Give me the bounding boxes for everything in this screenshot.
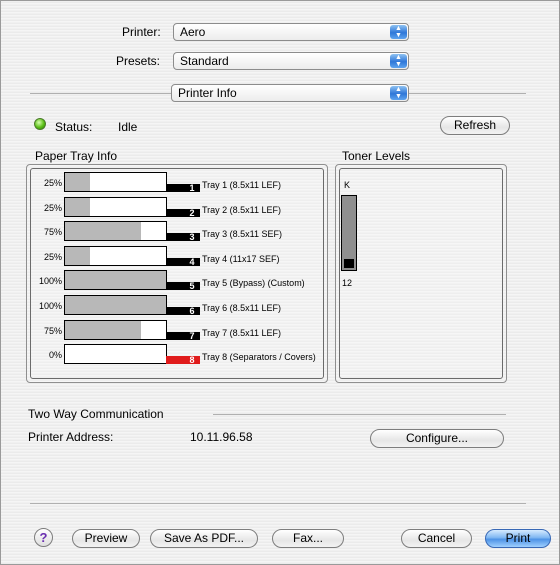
tray-percent: 100% — [38, 301, 62, 311]
tray-level-bar — [64, 172, 167, 192]
help-button[interactable]: ? — [34, 528, 53, 547]
tray-name: Tray 6 (8.5x11 LEF) — [202, 303, 282, 313]
tray-row: 0% 8 Tray 8 (Separators / Covers) — [32, 344, 322, 365]
popup-arrows-icon: ▲ ▼ — [390, 25, 407, 39]
toner-color-label: K — [344, 180, 351, 190]
toner-levels-box — [335, 164, 507, 383]
tray-name: Tray 4 (11x17 SEF) — [202, 254, 280, 264]
tray-row: 75% 3 Tray 3 (8.5x11 SEF) — [32, 221, 322, 242]
tray-level-bar — [64, 320, 167, 340]
tray-name: Tray 5 (Bypass) (Custom) — [202, 278, 305, 288]
tray-percent: 75% — [43, 326, 62, 336]
toner-levels-title: Toner Levels — [342, 149, 411, 163]
tray-level-bar — [64, 197, 167, 217]
separator — [409, 93, 526, 94]
tray-level-bar — [64, 246, 167, 266]
tray-row: 25% 4 Tray 4 (11x17 SEF) — [32, 246, 322, 267]
printer-label: Printer: — [122, 25, 161, 39]
save-as-pdf-button[interactable]: Save As PDF... — [150, 529, 258, 548]
status-value: Idle — [118, 120, 138, 134]
printer-popup[interactable]: Aero ▲ ▼ — [173, 23, 409, 41]
printer-value: Aero — [180, 25, 206, 39]
separator — [30, 503, 526, 504]
paper-tray-title: Paper Tray Info — [35, 149, 118, 163]
tray-percent: 0% — [48, 350, 62, 360]
tray-level-bar — [64, 295, 167, 315]
tray-percent: 25% — [43, 252, 62, 262]
printer-address-label: Printer Address: — [28, 430, 114, 444]
tray-level-bar — [64, 344, 167, 364]
tray-percent: 25% — [43, 203, 62, 213]
panel-value: Printer Info — [178, 86, 237, 100]
tray-row: 25% 2 Tray 2 (8.5x11 LEF) — [32, 197, 322, 218]
tray-name: Tray 8 (Separators / Covers) — [202, 352, 316, 362]
configure-button[interactable]: Configure... — [370, 429, 504, 448]
tray-name: Tray 1 (8.5x11 LEF) — [202, 180, 282, 190]
tray-level-fill — [65, 247, 91, 265]
tray-level-bar — [64, 221, 167, 241]
separator — [30, 93, 171, 94]
fax-button[interactable]: Fax... — [272, 529, 344, 548]
toner-level-fill — [344, 259, 354, 268]
cancel-button[interactable]: Cancel — [401, 529, 472, 548]
tray-row: 25% 1 Tray 1 (8.5x11 LEF) — [32, 172, 322, 193]
popup-arrows-icon: ▲ ▼ — [390, 54, 407, 68]
printer-address-value: 10.11.96.58 — [190, 430, 253, 444]
two-way-title: Two Way Communication — [28, 407, 164, 421]
presets-popup[interactable]: Standard ▲ ▼ — [173, 52, 409, 70]
tray-row: 100% 5 Tray 5 (Bypass) (Custom) — [32, 270, 322, 291]
separator — [213, 414, 506, 415]
tray-percent: 75% — [43, 227, 62, 237]
popup-arrows-icon: ▲ ▼ — [390, 86, 407, 100]
tray-level-fill — [65, 222, 141, 240]
tray-level-fill — [65, 321, 141, 339]
print-button[interactable]: Print — [485, 529, 551, 548]
tray-name: Tray 7 (8.5x11 LEF) — [202, 328, 282, 338]
presets-value: Standard — [180, 54, 229, 68]
tray-name: Tray 2 (8.5x11 LEF) — [202, 205, 282, 215]
tray-level-fill — [65, 173, 91, 191]
presets-label: Presets: — [116, 54, 161, 68]
toner-value: 12 — [342, 278, 353, 288]
toner-level-bar — [341, 195, 357, 271]
status-label: Status: — [55, 120, 93, 134]
panel-popup[interactable]: Printer Info ▲ ▼ — [171, 84, 409, 102]
tray-percent: 100% — [38, 276, 62, 286]
tray-level-fill — [65, 198, 91, 216]
preview-button[interactable]: Preview — [72, 529, 140, 548]
tray-row: 100% 6 Tray 6 (8.5x11 LEF) — [32, 295, 322, 316]
refresh-button[interactable]: Refresh — [440, 116, 510, 135]
tray-level-fill — [65, 271, 166, 289]
status-led-icon — [34, 118, 46, 130]
tray-level-bar — [64, 270, 167, 290]
tray-percent: 25% — [43, 178, 62, 188]
tray-row: 75% 7 Tray 7 (8.5x11 LEF) — [32, 320, 322, 341]
tray-name: Tray 3 (8.5x11 SEF) — [202, 229, 283, 239]
tray-level-fill — [65, 296, 166, 314]
